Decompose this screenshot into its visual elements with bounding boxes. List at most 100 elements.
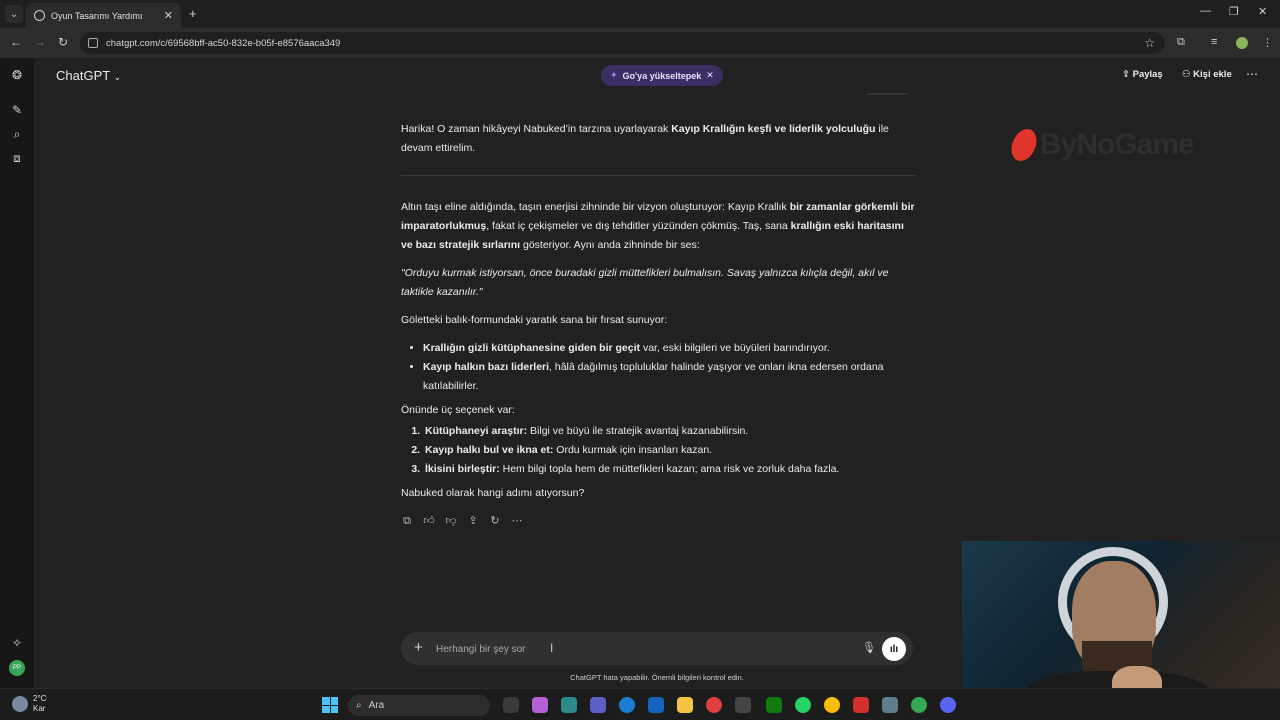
file-explorer-icon[interactable] [677,697,693,713]
bullet-item: Krallığın gizli kütüphanesine giden bir … [423,339,916,358]
bullet-item: Kayıp halkın bazı liderleri, hâlâ dağılm… [423,358,916,396]
site-info-icon[interactable] [88,38,98,48]
minimize-icon[interactable]: — [1200,5,1211,17]
message-composer: + I 🎙︎ ılı [401,632,913,665]
media-icon[interactable]: ≡ [1211,36,1217,48]
xbox-icon[interactable] [766,697,782,713]
option-item: Kayıp halkı bul ve ikna et: Ordu kurmak … [423,441,916,460]
bullet-item-text: var, eski bilgileri ve büyüleri barındır… [640,342,830,354]
upgrade-pill-label: Go'ya yükseltерek [622,70,702,81]
teams-icon[interactable] [590,697,606,713]
copilot-icon[interactable] [532,697,548,713]
model-selector[interactable]: ChatGPT ⌄ [56,68,121,83]
discord-icon[interactable] [940,697,956,713]
chat-header: ChatGPT ⌄ ✦ Go'ya yükseltерek ✕ ⇪ Paylaş… [34,58,1280,93]
thumbs-up-icon[interactable]: 👍︎ [423,512,435,531]
person-icon: ⚇ [1182,69,1191,80]
options-list: Kütüphaneyi araştır: Bilgi ve büyü ile s… [423,422,916,479]
address-bar[interactable]: chatgpt.com/c/69568bff-ac50-832e-b05f-e8… [80,32,1165,54]
restore-icon[interactable]: ❐ [1229,5,1239,18]
browser-tab[interactable]: Oyun Tasarımı Yardımı ✕ [26,3,181,28]
pill-close-icon[interactable]: ✕ [706,70,714,81]
more-options-icon[interactable]: ⋯ [1246,67,1258,81]
watermark-text: ByNoGame [1040,128,1195,161]
user-avatar[interactable]: PP [9,660,25,676]
bullet-item-bold: Kayıp halkın bazı liderleri [423,361,550,373]
forward-icon[interactable]: → [34,35,46,49]
option-item-text: Bilgi ve büyü ile stratejik avantaj kaza… [527,425,749,437]
intro-paragraph: Harika! O zaman hikâyeyi Nabuked’in tarz… [401,123,889,154]
browser-tabbar: ⌄ Oyun Tasarımı Yardımı ✕ + — ❐ ✕ [0,0,1280,28]
option-item-bold: İkisini birleştir: [425,463,500,475]
options-intro: Önünde üç seçenek var: [401,404,515,416]
app-red-icon[interactable] [706,697,722,713]
browser-toolbar: ← → ↻ chatgpt.com/c/69568bff-ac50-832e-b… [0,28,1280,58]
closing-question: Nabuked olarak hangi adımı atıyorsun? [401,487,585,499]
whatsapp-icon[interactable] [795,697,811,713]
option-item: Kütüphaneyi araştır: Bilgi ve büyü ile s… [423,422,916,441]
tool-app-icon[interactable] [882,697,898,713]
assistant-message: Harika! O zaman hikâyeyi Nabuked’in tarz… [401,120,916,531]
url-text: chatgpt.com/c/69568bff-ac50-832e-b05f-e8… [106,37,341,49]
attach-plus-icon[interactable]: + [414,639,423,656]
new-tab-icon[interactable]: + [189,6,197,21]
option-item-text: Hem bilgi topla hem de müttefikleri kaza… [499,463,840,475]
chatgpt-favicon-icon [34,10,45,21]
window-close-icon[interactable]: ✕ [1258,5,1267,18]
chatgpt-sidebar: ❂ ✎ ⌕ ⧈ ✧ PP [0,58,34,688]
start-button-icon[interactable] [322,697,338,713]
outlook-icon[interactable] [648,697,664,713]
task-view-icon[interactable] [503,697,519,713]
weather-label: Kar [33,704,46,713]
message-actions: ⧉ 👍︎ 👎︎ ⇪ ↻ ⋯ [401,512,916,531]
bynogame-mark-icon [1008,129,1040,161]
widgets-icon[interactable] [561,697,577,713]
chevron-down-icon: ⌄ [113,72,122,82]
share-button[interactable]: ⇪ Paylaş [1122,69,1163,80]
prompt-input[interactable] [436,640,836,658]
share-message-icon[interactable]: ⇪ [467,512,479,531]
chrome-icon[interactable] [824,697,840,713]
back-icon[interactable]: ← [10,35,22,49]
divider [401,175,916,176]
watermark-logo: ByNoGame [1008,128,1195,162]
extensions-icon[interactable]: ⧉ [1177,36,1185,49]
office-app-icon[interactable] [853,697,869,713]
tab-close-icon[interactable]: ✕ [164,9,173,22]
microphone-icon[interactable]: 🎙︎ [862,641,876,654]
edge-icon[interactable] [619,697,635,713]
quote-paragraph: "Orduyu kurmak istiyorsan, önce buradaki… [401,267,889,298]
regenerate-icon[interactable]: ↻ [489,512,501,531]
more-actions-icon[interactable]: ⋯ [511,512,523,531]
taskbar-search[interactable]: ⌕ Ara [348,695,490,716]
sparkle-icon[interactable]: ✧ [10,636,24,650]
disclaimer-text: ChatGPT hata yapabilir. Önemli bilgileri… [570,673,744,682]
offer-paragraph: Göletteki balık-formundaki yaratık sana … [401,314,668,326]
library-icon[interactable]: ⧈ [10,151,24,165]
option-item-bold: Kayıp halkı bul ve ikna et: [425,444,554,456]
option-item: İkisini birleştir: Hem bilgi topla hem d… [423,460,916,479]
upgrade-pill[interactable]: ✦ Go'ya yükseltерek ✕ [601,65,723,86]
search-chats-icon[interactable]: ⌕ [10,127,24,141]
add-person-button[interactable]: ⚇ Kişi ekle [1182,69,1232,80]
temperature: 2°C [33,694,47,703]
share-icon: ⇪ [1122,69,1130,80]
vision-paragraph: Altın taşı eline aldığında, taşın enerji… [401,201,915,251]
reload-icon[interactable]: ↻ [58,35,68,49]
option-item-text: Ordu kurmak için insanları kazan. [553,444,713,456]
copy-icon[interactable]: ⧉ [401,512,413,531]
new-chat-icon[interactable]: ✎ [10,103,24,117]
chrome-active-icon[interactable] [911,697,927,713]
sparkle-dot-icon: ✦ [610,70,618,80]
bullet-list: Krallığın gizli kütüphanesine giden bir … [423,339,916,396]
openai-logo-icon[interactable]: ❂ [10,68,24,82]
grid-app-icon[interactable] [735,697,751,713]
profile-avatar-icon[interactable] [1236,37,1248,49]
voice-mode-button[interactable]: ılı [882,637,906,661]
browser-menu-icon[interactable]: ⋮ [1262,36,1273,49]
weather-widget[interactable]: 2°C Kar [12,694,46,714]
bookmark-star-icon[interactable]: ☆ [1144,36,1155,50]
tab-search-icon[interactable]: ⌄ [5,5,23,23]
thumbs-down-icon[interactable]: 👎︎ [445,512,457,531]
taskbar-search-label: Ara [368,700,385,711]
